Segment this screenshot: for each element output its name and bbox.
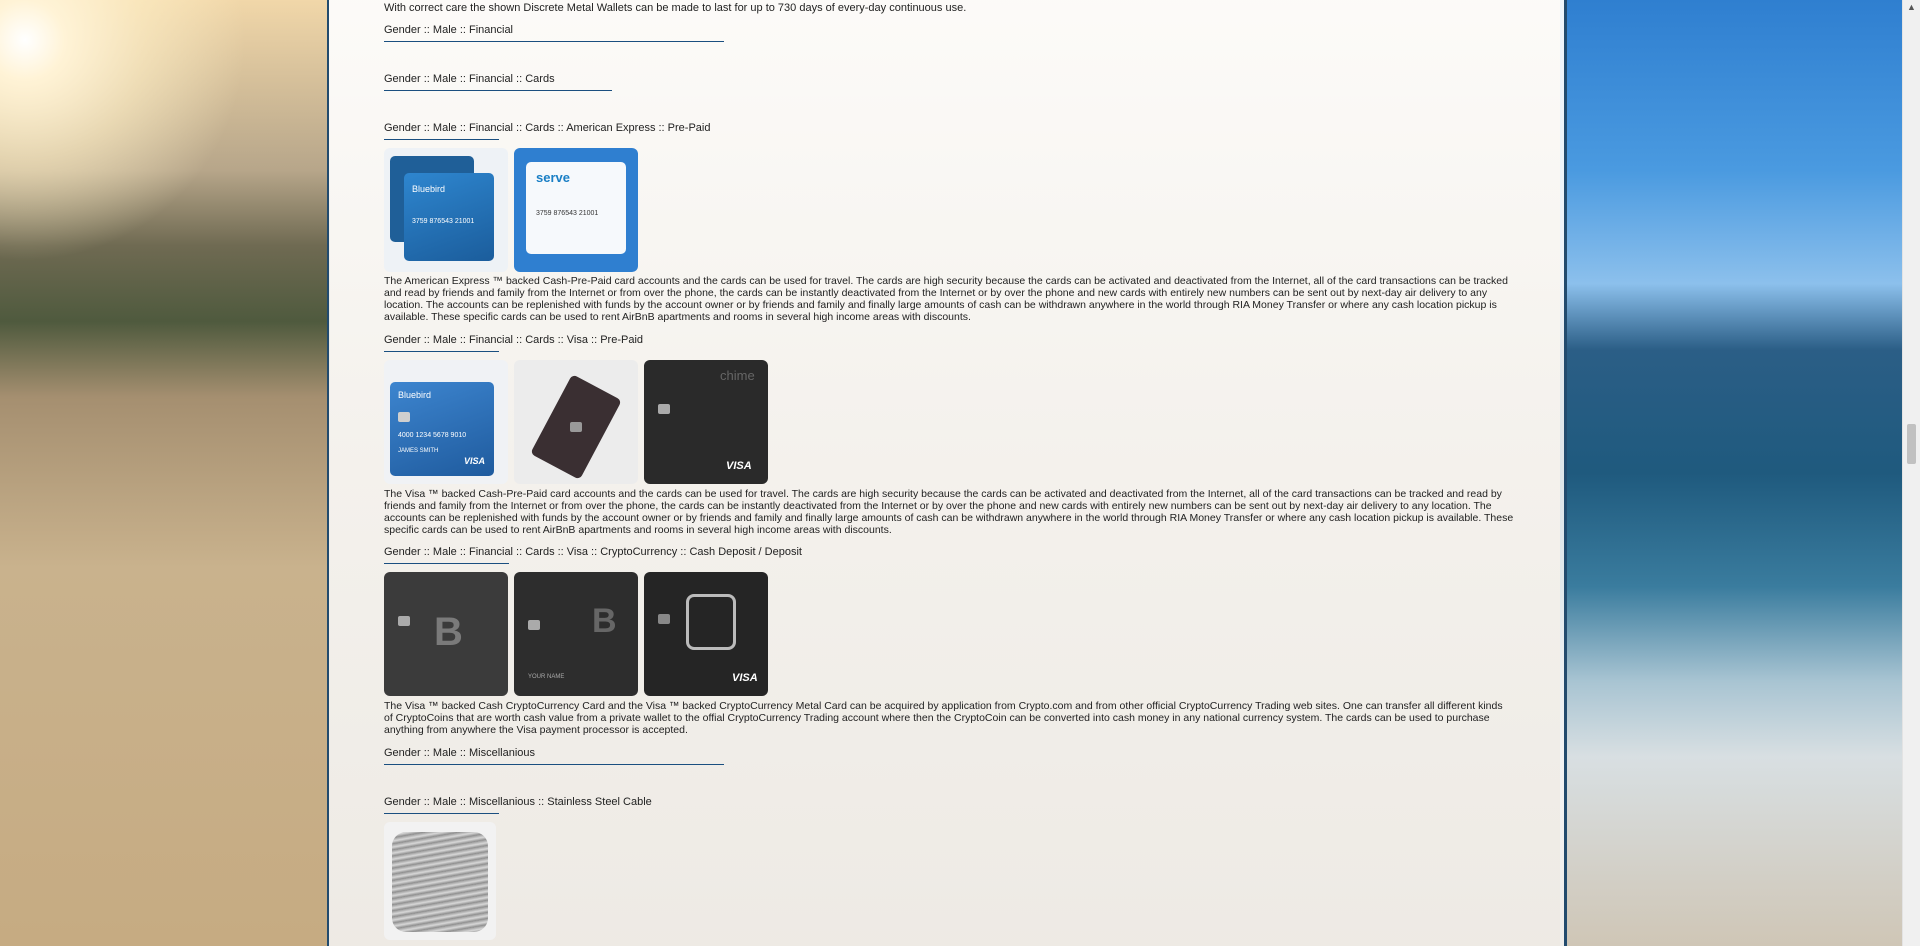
heading-financial[interactable]: Gender :: Male :: Financial (384, 24, 724, 42)
cable-image-row (384, 822, 496, 940)
visa-image-row: Bluebird 4000 1234 5678 9010 JAMES SMITH… (384, 360, 768, 484)
crypto-com-logo-icon (686, 594, 736, 650)
heading-amex-prepaid[interactable]: Gender :: Male :: Financial :: Cards :: … (384, 122, 714, 140)
heading-financial-label: Gender :: Male :: Financial (384, 24, 514, 36)
heading-visa-prepaid[interactable]: Gender :: Male :: Financial :: Cards :: … (384, 334, 644, 352)
heading-underline (384, 351, 499, 352)
card-brand-text: serve (536, 170, 570, 185)
heading-miscellanious[interactable]: Gender :: Male :: Miscellanious (384, 747, 724, 765)
crypto-description: The Visa ™ backed Cash CryptoCurrency Ca… (384, 700, 1503, 736)
card-holder-text: YOUR NAME (528, 674, 565, 680)
heading-cable-label: Gender :: Male :: Miscellanious :: Stain… (384, 796, 652, 808)
heading-amex-label: Gender :: Male :: Financial :: Cards :: … (384, 122, 711, 134)
card-chip-icon (398, 616, 410, 626)
steel-cable-spool-image[interactable] (384, 822, 496, 940)
heading-underline (384, 563, 509, 564)
card-number-text: 3759 876543 21001 (536, 210, 599, 217)
visa-description: The Visa ™ backed Cash-Pre-Paid card acc… (384, 488, 1514, 536)
heading-stainless-steel-cable[interactable]: Gender :: Male :: Miscellanious :: Stain… (384, 796, 654, 814)
heading-underline (384, 90, 612, 91)
bitcoin-symbol: B (434, 610, 463, 654)
visa-logo-text: VISA (732, 672, 758, 684)
main-content-panel: With correct care the shown Discrete Met… (327, 0, 1567, 946)
bitcoin-circuit-card-image[interactable]: B YOUR NAME (514, 572, 638, 696)
dark-metal-card-image[interactable] (514, 360, 638, 484)
card-chip-icon (570, 422, 582, 432)
intro-text: With correct care the shown Discrete Met… (384, 2, 967, 14)
scrollbar-thumb[interactable] (1907, 424, 1916, 464)
card-chip-icon (398, 412, 410, 422)
heading-crypto-label: Gender :: Male :: Financial :: Cards :: … (384, 546, 802, 558)
page-scrollbar[interactable]: ▲ (1902, 0, 1920, 946)
heading-cards[interactable]: Gender :: Male :: Financial :: Cards (384, 73, 612, 91)
scroll-up-arrow-icon[interactable]: ▲ (1907, 2, 1916, 12)
beach-background-left (0, 0, 330, 946)
card-chip-icon (658, 404, 670, 414)
heading-cards-label: Gender :: Male :: Financial :: Cards (384, 73, 555, 85)
bluebird-visa-card-image[interactable]: Bluebird 4000 1234 5678 9010 JAMES SMITH… (384, 360, 508, 484)
bluebird-amex-card-image[interactable]: Bluebird 3759 876543 21001 (384, 148, 508, 272)
card-holder-text: JAMES SMITH (398, 448, 439, 454)
cable-spool-shape (392, 832, 488, 932)
heading-misc-label: Gender :: Male :: Miscellanious (384, 747, 536, 759)
crypto-com-visa-card-image[interactable]: VISA (644, 572, 768, 696)
heading-underline (384, 139, 499, 140)
serve-amex-card-image[interactable]: serve 3759 876543 21001 (514, 148, 638, 272)
crypto-image-row: B B YOUR NAME VISA (384, 572, 768, 696)
visa-logo-text: VISA (464, 456, 486, 466)
heading-visa-label: Gender :: Male :: Financial :: Cards :: … (384, 334, 644, 346)
card-number-text: 3759 876543 21001 (412, 218, 475, 225)
card-brand-text: chime (720, 368, 755, 383)
card-brand-text: Bluebird (412, 184, 446, 194)
card-number-text: 4000 1234 5678 9010 (398, 432, 467, 439)
heading-underline (384, 41, 724, 42)
heading-underline (384, 764, 724, 765)
card-brand-text: Bluebird (398, 390, 432, 400)
ocean-background-right (1560, 0, 1920, 946)
chime-visa-card-image[interactable]: chime VISA (644, 360, 768, 484)
card-chip-icon (528, 620, 540, 630)
bitcoin-symbol: B (592, 602, 617, 640)
amex-description: The American Express ™ backed Cash-Pre-P… (384, 275, 1508, 323)
card-chip-icon (658, 614, 670, 624)
heading-crypto[interactable]: Gender :: Male :: Financial :: Cards :: … (384, 546, 804, 564)
heading-underline (384, 813, 499, 814)
visa-logo-text: VISA (726, 460, 752, 472)
bitcoin-card-image[interactable]: B (384, 572, 508, 696)
amex-image-row: Bluebird 3759 876543 21001 serve 3759 87… (384, 148, 638, 272)
